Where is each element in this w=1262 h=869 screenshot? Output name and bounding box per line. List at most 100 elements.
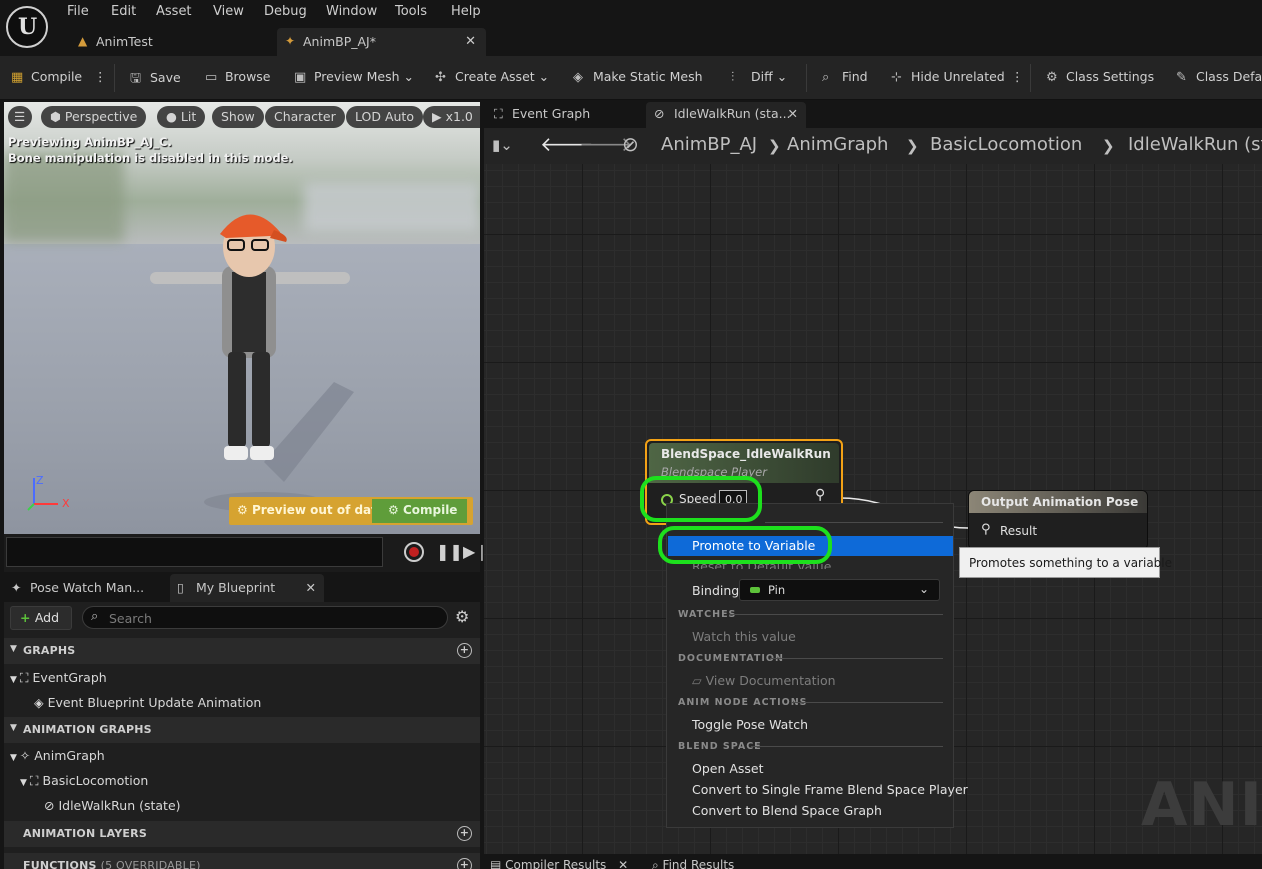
section-animation-layers[interactable]: ANIMATION LAYERS + [4,821,480,847]
hide-unrelated-button[interactable]: ⊹ Hide Unrelated [891,69,1005,87]
menu-asset[interactable]: Asset [156,4,192,20]
compile-button[interactable]: ▦ Compile [11,69,82,87]
close-icon[interactable]: ✕ [465,34,476,49]
menu-help[interactable]: Help [451,4,481,20]
viewport-compile-button[interactable]: ⚙ Compile [372,499,467,523]
breadcrumb: ▮⌄ 🡐 🡒 ⊘ AnimBP_AJ ❯ AnimGraph ❯ BasicLo… [484,128,1262,164]
close-icon[interactable]: ✕ [788,106,798,121]
menu-divider [751,746,943,747]
event-update-label: Event Blueprint Update Animation [47,695,262,710]
close-icon[interactable]: ✕ [618,858,628,869]
section-graphs[interactable]: ▼ GRAPHS + [4,638,480,664]
toggle-pose-watch-item[interactable]: Toggle Pose Watch [692,717,808,732]
bookmark-icon[interactable]: ▮⌄ [492,136,513,154]
add-function-icon[interactable]: + [457,858,472,869]
create-asset-icon: ✣ [435,70,446,85]
basic-locomotion-label: BasicLocomotion [42,773,149,788]
anim-blueprint-icon: ✦ [285,34,296,48]
collapse-arrow-icon: ▼ [10,753,20,763]
perspective-button[interactable]: ⬢ Perspective [41,106,147,128]
graph-tabs: ⛶ Event Graph ⊘ IdleWalkRun (sta... ✕ [484,102,1262,128]
record-button[interactable] [404,542,424,562]
event-icon: ◈ [34,695,48,710]
graph-icon: ⛶ [19,670,33,685]
play-icon: ▶ [432,109,446,124]
result-pin-icon[interactable]: ⚲ [981,522,991,537]
menu-debug[interactable]: Debug [264,4,307,20]
add-button[interactable]: + Add [10,606,72,630]
create-asset-button[interactable]: ✣ Create Asset ⌄ [435,69,549,87]
breadcrumb-item[interactable]: BasicLocomotion [930,134,1082,155]
gear-icon[interactable]: ⚙ [455,607,469,626]
tab-pose-watch-manager[interactable]: ✦ Pose Watch Man... [4,574,168,602]
search-input[interactable]: ⌕ Search [82,606,448,629]
binding-dropdown[interactable]: Pin ⌄ [739,579,940,601]
pose-output-pin-icon[interactable]: ⚲ [815,487,825,503]
output-pose-node[interactable]: Output Animation Pose ⚲ Result [968,490,1148,550]
find-button[interactable]: ⌕ Find [822,69,868,87]
breadcrumb-separator-icon: ❯ [768,137,781,155]
lit-button[interactable]: ● Lit [157,106,206,128]
save-icon: 🖫 [130,71,142,86]
convert-single-frame-item[interactable]: Convert to Single Frame Blend Space Play… [692,782,968,797]
character-button[interactable]: Character [265,106,345,128]
state-machine-icon: ⛶ [29,773,43,788]
make-static-mesh-button[interactable]: ◈ Make Static Mesh [573,69,703,87]
compiler-results-label: Compiler Results [505,858,607,869]
menu-window[interactable]: Window [326,4,377,20]
browse-button[interactable]: ▭ Browse [205,69,271,87]
menu-view[interactable]: View [213,4,244,20]
event-graph-label: EventGraph [32,670,107,685]
tab-event-graph[interactable]: ⛶ Event Graph [484,102,644,128]
menu-edit[interactable]: Edit [111,4,136,20]
close-icon[interactable]: ✕ [306,580,316,595]
menu-file[interactable]: File [67,4,89,20]
chevron-down-icon: ⌄ [538,69,550,84]
cube-icon: ⬢ [50,109,65,124]
tree-item-event-update[interactable]: ◈ Event Blueprint Update Animation [34,695,261,710]
diff-button[interactable]: ⫶ Diff ⌄ [731,69,787,87]
section-animation-graphs[interactable]: ▼ ANIMATION GRAPHS [4,717,480,743]
collapse-arrow-icon: ▼ [10,723,18,733]
menu-tools[interactable]: Tools [395,4,427,20]
unreal-logo-icon[interactable]: U [6,6,48,48]
doc-tab-animtest[interactable]: ▲ AnimTest [70,28,275,56]
tree-item-event-graph[interactable]: ▼ ⛶ EventGraph [10,670,107,686]
preview-info-text: Previewing AnimBP_AJ_C. [8,135,172,149]
output-pose-node-title: Output Animation Pose [981,495,1139,509]
save-button[interactable]: 🖫 Save [130,69,181,87]
convert-blend-space-graph-item[interactable]: Convert to Blend Space Graph [692,803,882,818]
add-layer-icon[interactable]: + [457,826,472,841]
tree-item-idle-walk-run[interactable]: ⊘ IdleWalkRun (state) [44,798,181,813]
lod-button[interactable]: LOD Auto [346,106,423,128]
class-defaults-button[interactable]: ✎ Class Defa [1176,69,1262,87]
preview-mesh-button[interactable]: ▣ Preview Mesh ⌄ [294,69,414,87]
tree-item-anim-graph[interactable]: ▼ ✧ AnimGraph [10,748,105,763]
timeline-scrubber[interactable] [6,537,383,567]
show-button[interactable]: Show [212,106,264,128]
section-functions[interactable]: FUNCTIONS (5 OVERRIDABLE) + [4,853,480,869]
tab-idle-walk-run[interactable]: ⊘ IdleWalkRun (sta... ✕ [646,102,806,128]
open-asset-item[interactable]: Open Asset [692,761,764,776]
hide-unrelated-options-icon[interactable]: ⋮ [1011,69,1024,87]
compiler-results-icon: ▤ [490,858,506,869]
watch-this-value-item[interactable]: Watch this value [692,629,796,644]
preview-viewport[interactable]: ☰ ⬢ Perspective ● Lit Show Character LOD… [4,102,480,534]
playback-speed-button[interactable]: ▶ x1.0 [423,106,480,128]
breadcrumb-item[interactable]: AnimGraph [787,134,888,155]
hamburger-menu-icon[interactable]: ☰ [8,106,32,128]
doc-tab-animbp[interactable]: ✦ AnimBP_AJ* ✕ [277,28,486,56]
compile-options-icon[interactable]: ⋮ [94,69,107,87]
tab-find-results[interactable]: ⌕ Find Results [652,858,734,869]
compile-icon: ▦ [11,70,24,85]
breadcrumb-item[interactable]: AnimBP_AJ [661,134,757,155]
class-settings-button[interactable]: ⚙ Class Settings [1046,69,1154,87]
tab-compiler-results[interactable]: ▤ Compiler Results ✕ [490,858,628,869]
blueprint-icon: ⊘ [622,132,639,156]
pause-button[interactable]: ❚❚ [436,542,463,561]
add-graph-icon[interactable]: + [457,643,472,658]
view-documentation-item[interactable]: ▱ View Documentation [692,673,836,688]
tree-item-basic-locomotion[interactable]: ▼ ⛶ BasicLocomotion [20,773,148,789]
breadcrumb-item[interactable]: IdleWalkRun (st [1128,134,1262,155]
tab-my-blueprint[interactable]: ▯ My Blueprint ✕ [170,574,324,602]
